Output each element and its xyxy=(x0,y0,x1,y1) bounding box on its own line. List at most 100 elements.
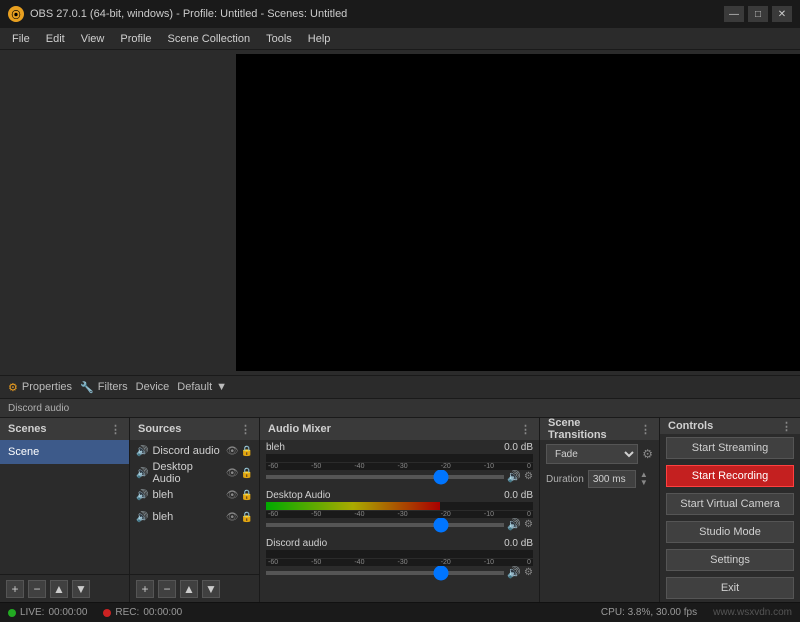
live-time: 00:00:00 xyxy=(48,607,87,618)
source-name-discord: Discord audio xyxy=(152,445,219,457)
audio-ch-bleh-db: 0.0 dB xyxy=(504,442,533,453)
audio-channel-bleh: bleh 0.0 dB -60-50-40-30-20-100 🔊 ⚙ xyxy=(260,440,539,488)
move-source-up-button[interactable]: ▲ xyxy=(180,580,198,598)
level-ruler-discord: -60-50-40-30-20-100 xyxy=(266,559,533,566)
title-bar: ⦿ OBS 27.0.1 (64-bit, windows) - Profile… xyxy=(0,0,800,28)
move-scene-up-button[interactable]: ▲ xyxy=(50,580,68,598)
source-visibility-discord[interactable]: 👁 xyxy=(226,446,239,457)
default-select[interactable]: Default ▼ xyxy=(177,381,227,393)
audio-meter-discord xyxy=(266,550,533,558)
status-bar-right: CPU: 3.8%, 30.00 fps www.wsxvdn.com xyxy=(601,607,792,618)
menu-profile[interactable]: Profile xyxy=(112,28,159,50)
volume-slider-discord[interactable] xyxy=(266,571,504,575)
move-source-down-button[interactable]: ▼ xyxy=(202,580,220,598)
audio-controls-desktop: 🔊 ⚙ xyxy=(266,518,533,531)
start-streaming-button[interactable]: Start Streaming xyxy=(666,437,794,459)
controls-config-icon[interactable]: ⋮ xyxy=(781,420,792,433)
start-virtual-camera-button[interactable]: Start Virtual Camera xyxy=(666,493,794,515)
source-lock-desktop[interactable]: 🔒 xyxy=(241,468,253,479)
audio-mixer-panel: Audio Mixer ⋮ bleh 0.0 dB -60-50-40-30-2… xyxy=(260,418,540,602)
default-label: Default xyxy=(177,381,212,393)
cpu-info: CPU: 3.8%, 30.00 fps xyxy=(601,607,697,618)
filter-icon: 🔧 xyxy=(80,381,94,394)
source-visibility-bleh1[interactable]: 👁 xyxy=(226,490,239,501)
source-item-bleh1[interactable]: 🔊 bleh 👁 🔒 xyxy=(130,484,259,506)
rec-dot xyxy=(103,609,111,617)
menu-file[interactable]: File xyxy=(4,28,38,50)
source-visibility-desktop[interactable]: 👁 xyxy=(226,468,239,479)
menu-help[interactable]: Help xyxy=(300,28,339,50)
menu-bar: File Edit View Profile Scene Collection … xyxy=(0,28,800,50)
audio-gear-bleh[interactable]: ⚙ xyxy=(524,471,533,482)
properties-label: Properties xyxy=(22,381,72,393)
sources-config-icon[interactable]: ⋮ xyxy=(240,423,251,436)
audio-fill-desktop xyxy=(266,502,440,510)
close-button[interactable]: ✕ xyxy=(772,6,792,22)
source-visibility-bleh2[interactable]: 👁 xyxy=(226,512,239,523)
exit-button[interactable]: Exit xyxy=(666,577,794,599)
controls-header: Controls ⋮ xyxy=(660,418,800,434)
duration-arrows: ▲ ▼ xyxy=(640,471,648,487)
audio-icon-2: 🔊 xyxy=(136,468,148,479)
transitions-config-icon[interactable]: ⋮ xyxy=(640,423,651,436)
source-item-desktop[interactable]: 🔊 Desktop Audio 👁 🔒 xyxy=(130,462,259,484)
chevron-down-icon: ▼ xyxy=(216,381,227,393)
audio-controls-discord: 🔊 ⚙ xyxy=(266,566,533,579)
add-scene-button[interactable]: + xyxy=(6,580,24,598)
properties-button[interactable]: ⚙ Properties xyxy=(8,381,72,394)
device-label: Device xyxy=(136,381,170,393)
audio-gear-desktop[interactable]: ⚙ xyxy=(524,519,533,530)
live-label: LIVE: xyxy=(20,607,44,618)
scene-item-scene[interactable]: Scene xyxy=(0,440,129,464)
volume-slider-bleh[interactable] xyxy=(266,475,504,479)
source-item-bleh2[interactable]: 🔊 bleh 👁 🔒 xyxy=(130,506,259,528)
volume-icon-desktop: 🔊 xyxy=(507,518,521,531)
gear-icon: ⚙ xyxy=(8,381,18,394)
audio-mixer-header: Audio Mixer ⋮ xyxy=(260,418,539,440)
source-lock-bleh1[interactable]: 🔒 xyxy=(241,490,253,501)
studio-mode-button[interactable]: Studio Mode xyxy=(666,521,794,543)
duration-input[interactable] xyxy=(588,470,636,488)
maximize-button[interactable]: □ xyxy=(748,6,768,22)
settings-button[interactable]: Settings xyxy=(666,549,794,571)
audio-gear-discord[interactable]: ⚙ xyxy=(524,567,533,578)
source-name-bleh1: bleh xyxy=(152,489,173,501)
scenes-config-icon[interactable]: ⋮ xyxy=(110,423,121,436)
source-lock-bleh2[interactable]: 🔒 xyxy=(241,512,253,523)
transition-type-select[interactable]: Fade Cut Swipe xyxy=(546,444,638,464)
audio-meter-desktop xyxy=(266,502,533,510)
status-bar: LIVE: 00:00:00 REC: 00:00:00 CPU: 3.8%, … xyxy=(0,602,800,622)
audio-controls-bleh: 🔊 ⚙ xyxy=(266,470,533,483)
add-source-button[interactable]: + xyxy=(136,580,154,598)
audio-meter-bleh xyxy=(266,454,533,462)
device-button[interactable]: Device xyxy=(136,381,170,393)
scenes-header: Scenes ⋮ xyxy=(0,418,129,440)
watermark: www.wsxvdn.com xyxy=(713,607,792,618)
source-item-discord[interactable]: 🔊 Discord audio 👁 🔒 xyxy=(130,440,259,462)
menu-scene-collection[interactable]: Scene Collection xyxy=(160,28,259,50)
audio-mixer-config-icon[interactable]: ⋮ xyxy=(520,423,531,436)
duration-down-arrow[interactable]: ▼ xyxy=(640,479,648,487)
level-ruler-desktop: -60-50-40-30-20-100 xyxy=(266,511,533,518)
audio-mixer-title: Audio Mixer xyxy=(268,423,331,435)
filters-button[interactable]: 🔧 Filters xyxy=(80,381,128,394)
sources-footer: + − ▲ ▼ xyxy=(130,574,259,602)
scenes-footer: + − ▲ ▼ xyxy=(0,574,129,602)
remove-scene-button[interactable]: − xyxy=(28,580,46,598)
transition-gear-icon[interactable]: ⚙ xyxy=(642,447,653,461)
audio-ch-discord-db: 0.0 dB xyxy=(504,538,533,549)
menu-tools[interactable]: Tools xyxy=(258,28,300,50)
volume-icon-discord: 🔊 xyxy=(507,566,521,579)
duration-label: Duration xyxy=(546,474,584,485)
source-lock-discord[interactable]: 🔒 xyxy=(241,446,253,457)
move-scene-down-button[interactable]: ▼ xyxy=(72,580,90,598)
volume-slider-desktop[interactable] xyxy=(266,523,504,527)
menu-edit[interactable]: Edit xyxy=(38,28,73,50)
start-recording-button[interactable]: Start Recording xyxy=(666,465,794,487)
audio-icon: 🔊 xyxy=(136,446,148,457)
remove-source-button[interactable]: − xyxy=(158,580,176,598)
sources-panel: Sources ⋮ 🔊 Discord audio 👁 🔒 🔊 Desktop … xyxy=(130,418,260,602)
bottom-panel: Scenes ⋮ Scene + − ▲ ▼ Sources ⋮ 🔊 Disco… xyxy=(0,417,800,602)
minimize-button[interactable]: — xyxy=(724,6,744,22)
menu-view[interactable]: View xyxy=(73,28,113,50)
